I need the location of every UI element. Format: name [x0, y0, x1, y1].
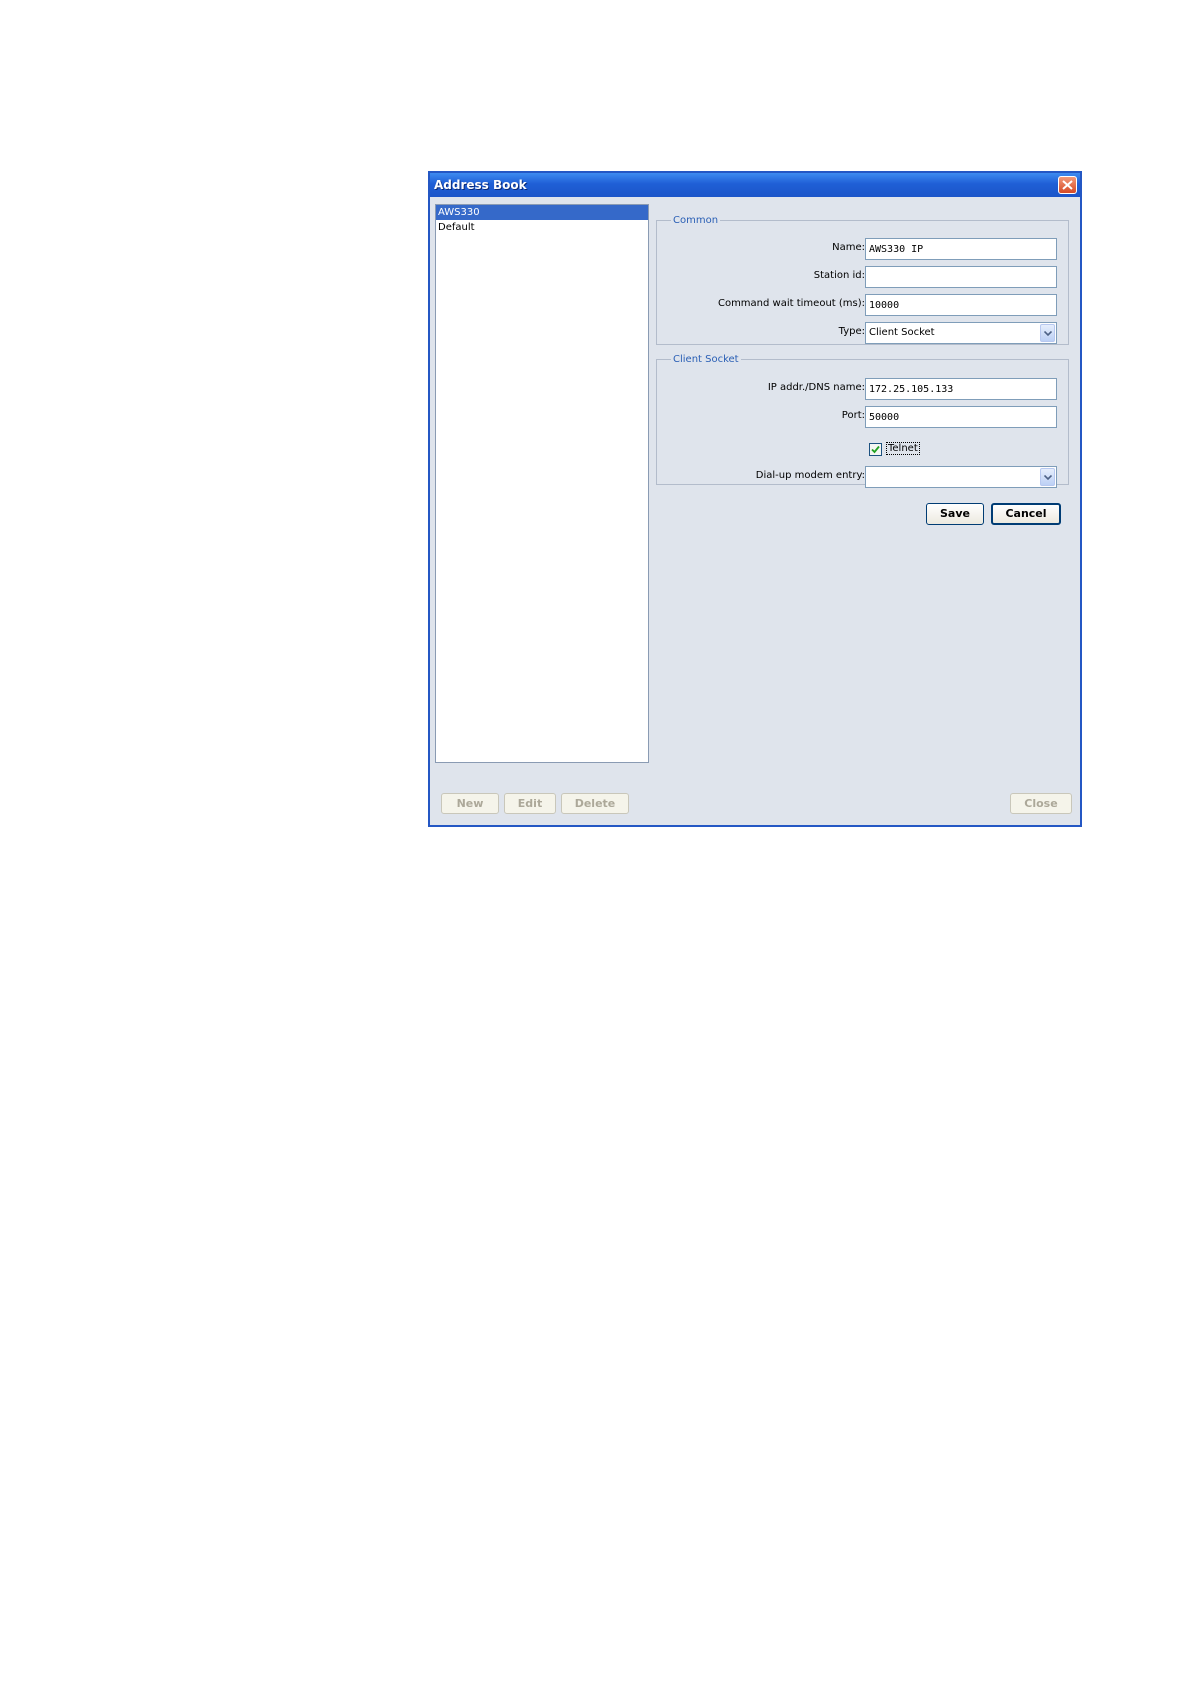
edit-button[interactable]: Edit: [504, 793, 556, 814]
dialup-dropdown-button[interactable]: [1040, 468, 1055, 486]
timeout-input[interactable]: [865, 294, 1057, 316]
dialup-select[interactable]: [865, 466, 1057, 488]
ip-row: IP addr./DNS name:: [657, 378, 1068, 400]
telnet-checkbox[interactable]: [869, 443, 882, 456]
name-input[interactable]: [865, 238, 1057, 260]
type-select-value: Client Socket: [869, 327, 935, 338]
checkmark-icon: [871, 445, 880, 454]
list-item-default[interactable]: Default: [436, 220, 648, 235]
close-window-button[interactable]: [1058, 176, 1077, 194]
timeout-label: Command wait timeout (ms):: [717, 298, 865, 309]
ip-input[interactable]: [865, 378, 1057, 400]
station-id-input[interactable]: [865, 266, 1057, 288]
ip-label: IP addr./DNS name:: [767, 382, 865, 393]
type-row: Type: Client Socket: [657, 322, 1068, 344]
close-icon: [1062, 180, 1073, 190]
port-label: Port:: [841, 410, 865, 421]
client-socket-group: Client Socket IP addr./DNS name: Port: T…: [656, 354, 1069, 488]
save-button[interactable]: Save: [926, 503, 984, 525]
dialup-label: Dial-up modem entry:: [755, 470, 865, 481]
name-row: Name:: [657, 238, 1068, 260]
type-dropdown-button[interactable]: [1040, 324, 1055, 342]
telnet-label[interactable]: Telnet: [886, 442, 920, 455]
close-button[interactable]: Close: [1010, 793, 1072, 814]
type-label: Type:: [838, 326, 865, 337]
type-select[interactable]: Client Socket: [865, 322, 1057, 344]
title-bar[interactable]: Address Book: [430, 173, 1080, 197]
chevron-down-icon: [1044, 331, 1052, 336]
station-row: Station id:: [657, 266, 1068, 288]
common-legend: Common: [673, 215, 719, 226]
timeout-row: Command wait timeout (ms):: [657, 294, 1068, 316]
delete-button[interactable]: Delete: [561, 793, 629, 814]
window-title: Address Book: [434, 178, 527, 192]
name-label: Name:: [832, 242, 865, 253]
dialup-row: Dial-up modem entry:: [657, 466, 1068, 488]
new-button[interactable]: New: [441, 793, 499, 814]
cancel-button[interactable]: Cancel: [991, 503, 1061, 525]
address-book-window: Address Book AWS330 Default Common Name:…: [428, 171, 1082, 827]
common-group: Common Name: Station id: Command wait ti…: [656, 215, 1069, 345]
station-id-label: Station id:: [813, 270, 865, 281]
chevron-down-icon: [1044, 475, 1052, 480]
address-list[interactable]: AWS330 Default: [435, 204, 649, 763]
client-socket-legend: Client Socket: [673, 354, 739, 365]
list-item-aws330[interactable]: AWS330: [436, 205, 648, 220]
port-input[interactable]: [865, 406, 1057, 428]
port-row: Port:: [657, 406, 1068, 428]
